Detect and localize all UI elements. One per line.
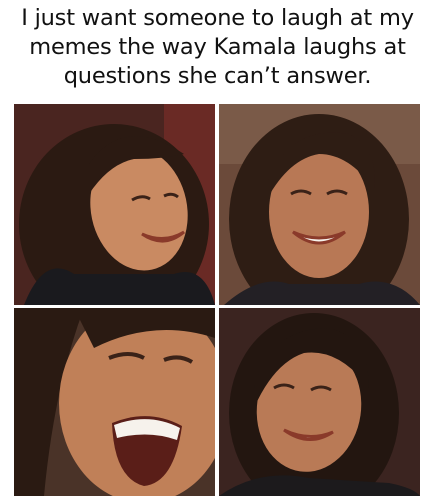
caption-line-3: questions she can’t answer. xyxy=(63,63,372,89)
laughing-photo-top-right xyxy=(219,104,420,305)
laughing-photo-top-left xyxy=(14,104,215,305)
laughing-photo-bottom-right xyxy=(219,308,420,496)
photo-grid xyxy=(14,104,420,496)
caption-line-2: memes the way Kamala laughs at xyxy=(29,34,406,60)
meme-caption: I just want someone to laugh at my memes… xyxy=(0,4,435,91)
laughing-photo-bottom-left xyxy=(14,308,215,496)
caption-line-1: I just want someone to laugh at my xyxy=(21,5,414,31)
